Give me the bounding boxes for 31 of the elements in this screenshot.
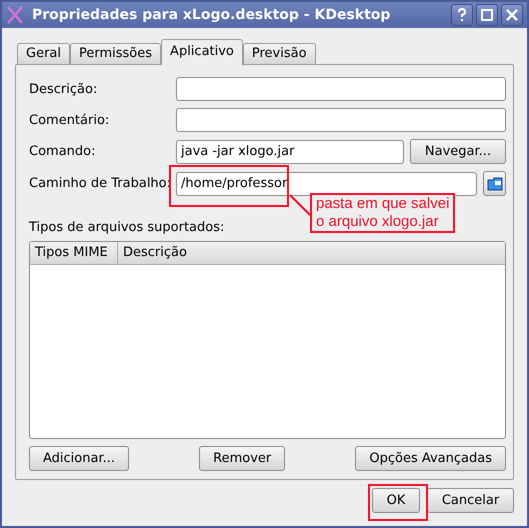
tab[interactable]: Previsão: [242, 43, 316, 64]
field-label: Comentário:: [29, 112, 110, 128]
panel-button[interactable]: Opções Avançadas: [355, 446, 506, 471]
panel-button[interactable]: Remover: [199, 446, 286, 471]
input-field[interactable]: java -jar xlogo.jar: [176, 140, 404, 164]
tab[interactable]: Geral: [17, 43, 70, 64]
close-button[interactable]: [501, 4, 523, 26]
maximize-icon: [478, 6, 496, 24]
input-field[interactable]: [176, 77, 506, 101]
help-button[interactable]: [451, 4, 473, 26]
x-logo-icon: [6, 6, 24, 24]
field-label: Comando:: [29, 144, 96, 159]
panel-button[interactable]: Adicionar...: [29, 446, 129, 471]
list-label: Tipos de arquivos suportados:: [29, 220, 224, 235]
column-header[interactable]: Descrição: [118, 242, 192, 264]
folder-button[interactable]: [483, 171, 506, 196]
cancel-button[interactable]: Cancelar: [427, 488, 514, 513]
ok-button[interactable]: OK: [372, 488, 420, 513]
leader-line: [289, 194, 311, 216]
browse-button[interactable]: Navegar...: [410, 139, 506, 164]
callout-note: pasta em que salvei o arquivo xlogo.jar: [310, 193, 456, 233]
tab[interactable]: Permissões: [70, 43, 162, 64]
input-field[interactable]: [176, 108, 506, 132]
field-label: Caminho de Trabalho:: [29, 176, 172, 191]
folder-icon: [486, 176, 502, 190]
input-field[interactable]: /home/professor: [176, 172, 477, 196]
tab[interactable]: Aplicativo: [161, 39, 243, 65]
window-title: Propriedades para xLogo.desktop - KDesktop: [32, 7, 392, 23]
field-label: Descrição:: [29, 82, 98, 96]
column-header[interactable]: Tipos MIME: [30, 242, 118, 264]
maximize-button[interactable]: [476, 4, 498, 26]
